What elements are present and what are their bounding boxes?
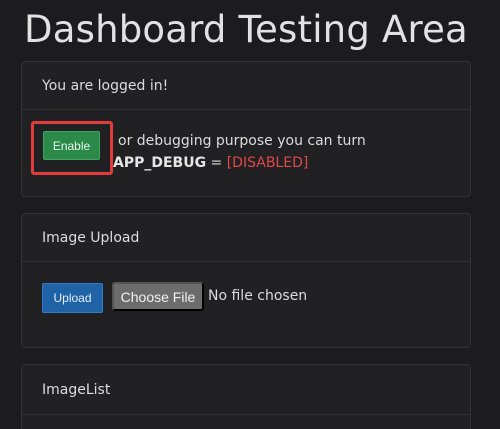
- enable-button[interactable]: Enable: [43, 131, 100, 160]
- debug-description: or debugging purpose you can turn: [118, 133, 366, 149]
- file-status: No file chosen: [208, 288, 308, 304]
- debug-status: [DISABLED]: [226, 155, 309, 171]
- image-list-header: ImageList: [22, 365, 470, 415]
- upload-button[interactable]: Upload: [42, 283, 103, 313]
- page-title: Dashboard Testing Area: [24, 8, 468, 51]
- debug-equals: =: [210, 155, 223, 171]
- login-card: You are logged in! Enable or debugging p…: [21, 61, 471, 197]
- debug-key: APP_DEBUG: [113, 155, 207, 171]
- dashboard-page: Dashboard Testing Area You are logged in…: [0, 0, 500, 429]
- debug-setting: APP_DEBUG = [DISABLED]: [113, 155, 308, 171]
- choose-file-button[interactable]: Choose File: [112, 282, 204, 311]
- image-upload-header: Image Upload: [22, 214, 470, 262]
- image-upload-card: Image Upload Upload Choose File No file …: [21, 213, 471, 348]
- login-card-header: You are logged in!: [22, 62, 470, 110]
- image-list-card: ImageList: [21, 364, 471, 429]
